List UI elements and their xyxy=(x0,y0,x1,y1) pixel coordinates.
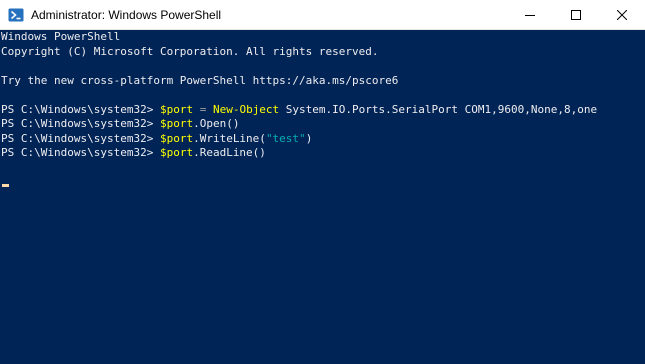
variable-token: $port xyxy=(159,102,194,116)
powershell-icon[interactable] xyxy=(8,7,24,23)
text-cursor xyxy=(2,184,9,187)
variable-token: $port xyxy=(159,146,194,159)
method-token: .ReadLine() xyxy=(193,146,266,159)
console-info-line: Try the new cross-platform PowerShell ht… xyxy=(1,73,399,87)
console-header-line: Windows PowerShell xyxy=(1,30,121,43)
console-input-line[interactable] xyxy=(0,175,645,190)
variable-token: $port xyxy=(159,131,194,145)
powershell-window: Administrator: Windows PowerShell Window… xyxy=(0,0,645,364)
console-command-line: PS C:\Windows\system32> $port.ReadLine() xyxy=(0,146,645,161)
close-button[interactable] xyxy=(599,0,645,30)
window-title: Administrator: Windows PowerShell xyxy=(31,7,222,22)
operator-token: = xyxy=(193,102,213,116)
prompt-text: PS C:\Windows\system32> xyxy=(1,117,160,130)
console-command-line: PS C:\Windows\system32> $port.WriteLine(… xyxy=(0,132,645,147)
minimize-button[interactable] xyxy=(507,0,553,30)
string-token: "test" xyxy=(265,131,306,145)
console-output[interactable]: Windows PowerShell Copyright (C) Microso… xyxy=(0,30,645,364)
console-command-line: PS C:\Windows\system32> $port.Open() xyxy=(0,117,645,132)
prompt-text: PS C:\Windows\system32> xyxy=(1,102,160,116)
prompt-text: PS C:\Windows\system32> xyxy=(1,131,160,145)
console-command-line: PS C:\Windows\system32> $port = New-Obje… xyxy=(0,103,645,118)
method-token: .Open() xyxy=(193,117,240,130)
close-icon xyxy=(617,10,627,20)
prompt-text: PS C:\Windows\system32> xyxy=(1,146,160,159)
cmdlet-token: New-Object xyxy=(212,102,280,116)
method-token: ) xyxy=(305,131,313,145)
argument-token: System.IO.Ports.SerialPort COM1,9600,Non… xyxy=(279,102,598,116)
minimize-icon xyxy=(525,15,535,16)
console-copyright-line: Copyright (C) Microsoft Corporation. All… xyxy=(1,44,379,58)
method-token: .WriteLine( xyxy=(193,131,266,145)
maximize-button[interactable] xyxy=(553,0,599,30)
variable-token: $port xyxy=(159,117,194,130)
maximize-icon xyxy=(571,10,581,20)
window-controls xyxy=(507,0,645,30)
title-bar[interactable]: Administrator: Windows PowerShell xyxy=(0,0,645,30)
